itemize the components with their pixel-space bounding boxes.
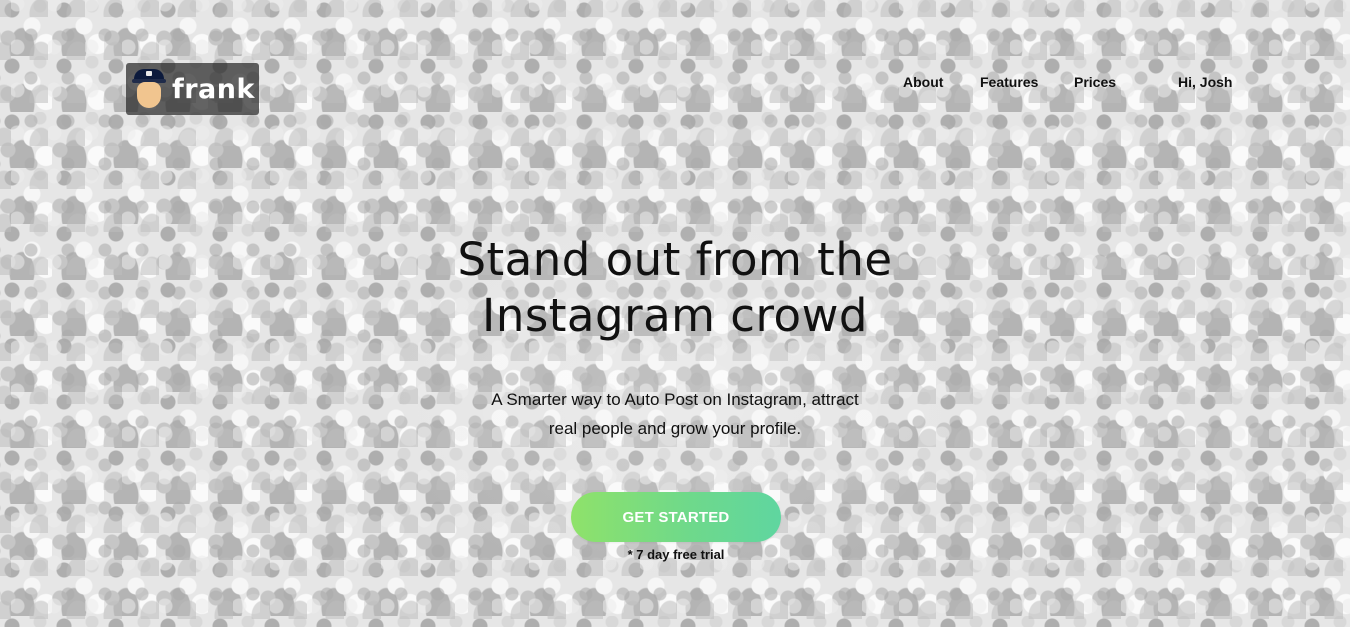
free-trial-note: * 7 day free trial [627,547,725,562]
logo-link[interactable]: frank [126,63,259,115]
user-greeting-link[interactable]: Hi, Josh [1178,74,1232,90]
nav-about-link[interactable]: About [903,74,943,90]
nav-features-link[interactable]: Features [980,74,1038,90]
police-avatar-icon [132,67,166,111]
hero-subheadline: A Smarter way to Auto Post on Instagram,… [425,385,925,443]
headline-line-2: Instagram crowd [482,289,868,342]
logo-text: frank [172,73,255,105]
headline-line-1: Stand out from the [457,233,893,286]
nav-prices-link[interactable]: Prices [1074,74,1116,90]
hero-headline: Stand out from the Instagram crowd [375,232,975,344]
get-started-button[interactable]: GET STARTED [571,492,781,542]
hero-section: frank About Features Prices Hi, Josh Sta… [0,0,1350,627]
subhead-line-2: real people and grow your profile. [548,419,802,438]
subhead-line-1: A Smarter way to Auto Post on Instagram,… [491,390,859,409]
